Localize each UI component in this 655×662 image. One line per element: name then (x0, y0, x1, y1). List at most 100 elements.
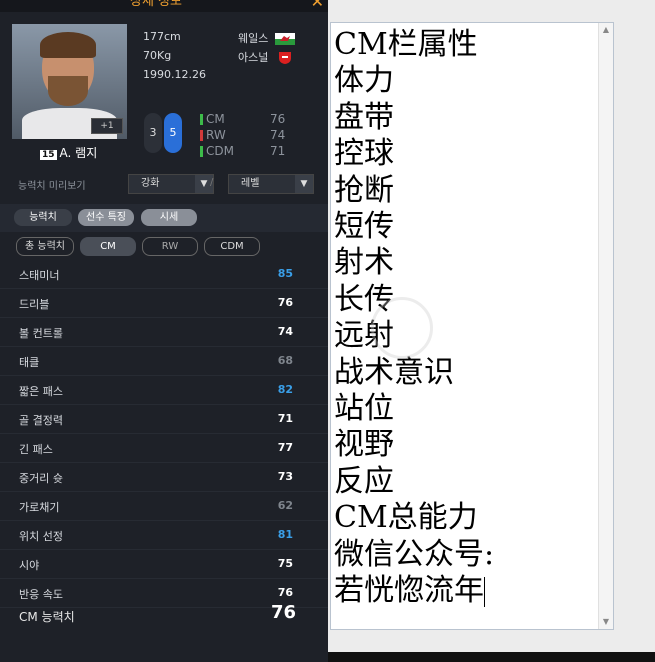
jersey-number: 15 (40, 150, 57, 160)
stat-label: 스태미너 (19, 269, 60, 282)
subtab-total[interactable]: 총 능력치 (16, 237, 74, 256)
subtab-rw[interactable]: RW (142, 237, 198, 256)
stat-row: 중거리 슛 73 (0, 463, 328, 492)
arsenal-crest-icon (278, 52, 291, 64)
level-select[interactable]: 레벨 ▼ (228, 174, 314, 194)
club-name: 아스널 (238, 51, 269, 64)
text-editor[interactable]: CM栏属性 体力 盘带 控球 抢断 短传 射术 长传 远射 战术意识 站位 视野 反应 CM总能力 微信公众… (330, 22, 614, 630)
stat-value: 76 (277, 586, 293, 599)
stat-label: 짧은 패스 (19, 385, 63, 398)
foot-rating: 3 5 (144, 113, 184, 155)
stat-label: 시야 (19, 559, 40, 572)
editor-line: CM栏属性 (334, 27, 478, 62)
stat-row: 스태미너 85 (0, 260, 328, 289)
total-rating-value: 76 (270, 602, 296, 623)
nation-row: 웨일스 (238, 30, 295, 46)
stat-value: 77 (277, 441, 293, 454)
editor-line: 控球 (334, 136, 394, 172)
player-birthdate: 1990.12.26 (143, 68, 206, 81)
stat-subtabs: 총 능력치 CM RW CDM (0, 236, 328, 258)
enhance-select[interactable]: 강화 ▼ (128, 174, 214, 194)
position-value: 71 (270, 144, 286, 158)
weak-foot-value: 3 (144, 113, 162, 153)
editor-line: 短传 (334, 209, 394, 245)
window-title: 상세 정보 (130, 0, 182, 9)
position-label: CM (206, 112, 225, 126)
editor-line: 站位 (334, 391, 394, 427)
close-icon[interactable]: ✕ (311, 0, 324, 11)
level-select-value: 레벨 (241, 178, 260, 189)
position-value: 74 (270, 128, 286, 142)
player-name-text: A. 램지 (59, 146, 98, 160)
stat-value: 71 (277, 412, 293, 425)
stat-label: 가로채기 (19, 501, 60, 514)
editor-line: 体力 (334, 63, 394, 99)
total-rating-row: CM 능력치 76 (0, 600, 328, 632)
player-height: 177cm (143, 30, 181, 43)
vertical-scrollbar[interactable]: ▲ ▼ (598, 23, 613, 629)
stat-label: 볼 컨트롤 (19, 327, 63, 340)
stat-row: 긴 패스 77 (0, 434, 328, 463)
position-label: CDM (206, 144, 234, 158)
stat-label: 위치 선정 (19, 530, 63, 543)
stat-value: 85 (277, 267, 293, 280)
subtab-cdm[interactable]: CDM (204, 237, 260, 256)
stat-row: 위치 선정 81 (0, 521, 328, 550)
stat-row: 태클 68 (0, 347, 328, 376)
stat-label: 골 결정력 (19, 414, 63, 427)
position-color-bar (200, 130, 203, 141)
subtab-cm[interactable]: CM (80, 237, 136, 256)
stat-label: 드리블 (19, 298, 50, 311)
stat-row: 짧은 패스 82 (0, 376, 328, 405)
stat-value: 74 (277, 325, 293, 338)
editor-line: 若恍惚流年 (334, 573, 485, 609)
stat-value: 75 (277, 557, 293, 570)
detail-tabs: 능력치 선수 특징 시세 (0, 204, 328, 232)
tab-stats[interactable]: 능력치 (14, 209, 72, 226)
taskbar-strip (328, 652, 655, 662)
stat-row: 골 결정력 71 (0, 405, 328, 434)
stat-preview-row: 능력치 미리보기 강화 ▼ / 레벨 ▼ (0, 172, 328, 196)
position-label: RW (206, 128, 226, 142)
position-rating-cdm: CDM 71 (200, 144, 285, 158)
player-detail-panel: 상세 정보 ✕ +1 15 A. 램지 177cm 70Kg 1990.12.26… (0, 0, 328, 662)
text-cursor (484, 577, 485, 608)
total-rating-label: CM 능력치 (19, 610, 75, 624)
editor-line: 长传 (334, 281, 394, 317)
editor-line: 视野 (334, 427, 394, 463)
editor-line: 微信公众号: (334, 536, 495, 572)
stat-row: 볼 컨트롤 74 (0, 318, 328, 347)
stat-value: 62 (277, 499, 293, 512)
scroll-up-icon[interactable]: ▲ (599, 23, 613, 37)
club-row: 아스널 (238, 49, 295, 65)
position-color-bar (200, 114, 203, 125)
stat-label: 긴 패스 (19, 443, 53, 456)
strong-foot-value: 5 (164, 113, 182, 153)
nation-name: 웨일스 (238, 32, 269, 45)
editor-line: 战术意识 (334, 354, 454, 390)
stat-value: 73 (277, 470, 293, 483)
editor-line: CM总能力 (334, 500, 478, 536)
stat-row: 드리블 76 (0, 289, 328, 318)
tab-price[interactable]: 시세 (141, 209, 197, 226)
scroll-down-icon[interactable]: ▼ (599, 615, 613, 629)
editor-line: 抢断 (334, 172, 394, 208)
watermark-icon (371, 297, 433, 359)
stat-label: 태클 (19, 356, 40, 369)
stat-list: 스태미너 85 드리블 76 볼 컨트롤 74 태클 68 짧은 패스 82 골 결정력 71 긴 패스… (0, 260, 328, 608)
stat-value: 81 (277, 528, 293, 541)
position-color-bar (200, 146, 203, 157)
tab-traits[interactable]: 선수 특징 (78, 209, 134, 226)
position-value: 76 (270, 112, 286, 126)
editor-line: 盘带 (334, 99, 394, 135)
editor-line: 射术 (334, 245, 394, 281)
enhance-select-value: 강화 (141, 178, 160, 189)
stat-row: 시야 75 (0, 550, 328, 579)
stat-value: 76 (277, 296, 293, 309)
position-rating-cm: CM 76 (200, 112, 285, 126)
player-name: 15 A. 램지 (40, 144, 97, 161)
stat-value: 68 (277, 354, 293, 367)
stat-row: 가로채기 62 (0, 492, 328, 521)
wales-flag-icon (274, 33, 295, 45)
enhance-level-badge: +1 (91, 118, 123, 134)
